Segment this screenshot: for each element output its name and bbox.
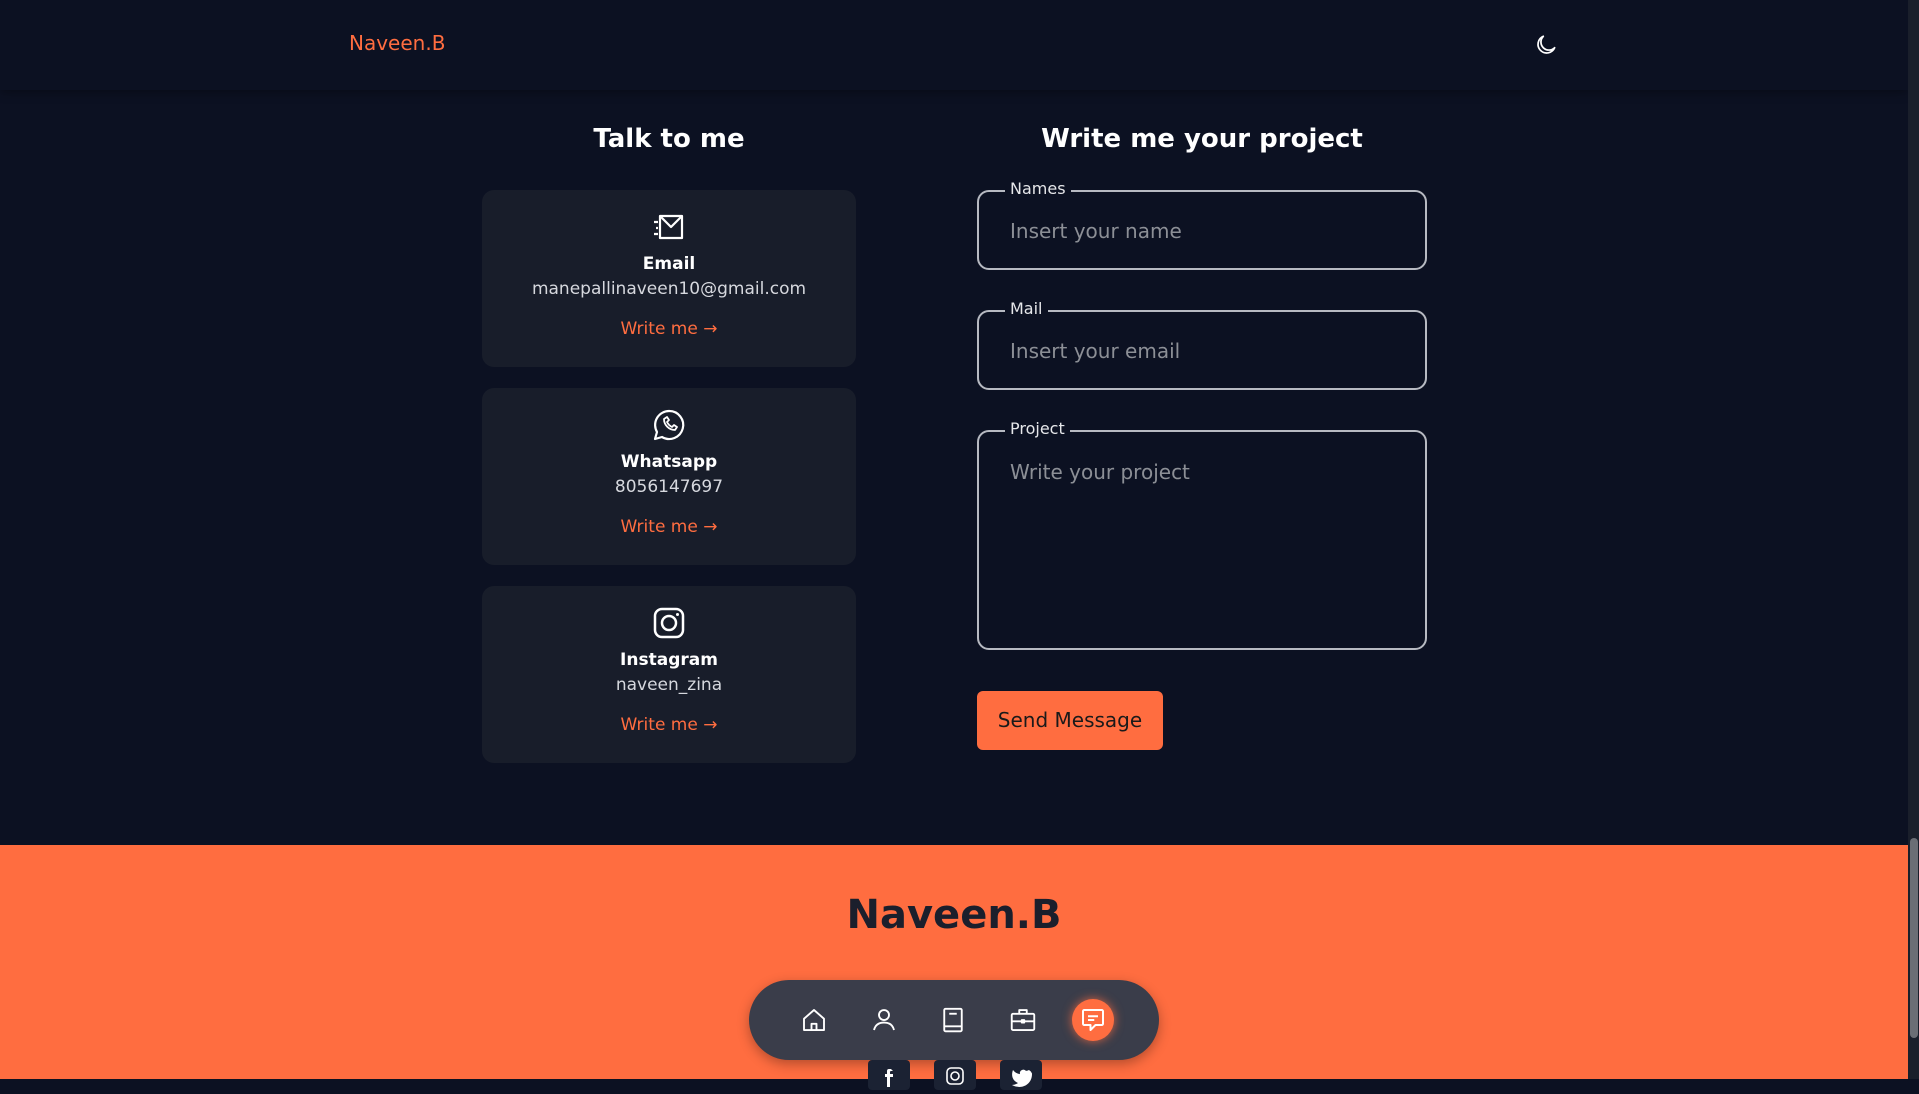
user-icon[interactable] <box>869 1005 899 1035</box>
footer-title: Naveen.B <box>846 892 1062 938</box>
contact-title: Talk to me <box>593 124 745 154</box>
contact-card-whatsapp: Whatsapp 8056147697 Write me → <box>482 388 856 565</box>
bottom-nav <box>749 980 1159 1060</box>
form-title: Write me your project <box>1041 124 1363 154</box>
whatsapp-icon <box>652 408 686 442</box>
email-icon <box>652 210 686 244</box>
book-icon[interactable] <box>938 1005 968 1035</box>
briefcase-icon[interactable] <box>1008 1005 1038 1035</box>
instagram-icon[interactable] <box>934 1060 976 1090</box>
scrollbar-thumb[interactable] <box>1910 838 1918 1038</box>
name-input[interactable] <box>1008 192 1392 270</box>
card-data: naveen_zina <box>615 675 723 695</box>
card-data: 8056147697 <box>614 477 724 497</box>
project-field: Project <box>977 419 1427 650</box>
card-title: Email <box>642 254 696 274</box>
project-textarea[interactable] <box>1008 458 1392 632</box>
write-me-link[interactable]: Write me → <box>482 517 856 537</box>
contact-card-instagram: Instagram naveen_zina Write me → <box>482 586 856 763</box>
send-message-button[interactable]: Send Message <box>977 691 1163 750</box>
logo[interactable]: Naveen.B <box>349 31 445 55</box>
write-me-link[interactable]: Write me → <box>482 319 856 339</box>
home-icon[interactable] <box>799 1005 829 1035</box>
message-icon[interactable] <box>1078 1005 1108 1035</box>
contact-card-email: Email manepallinaveen10@gmail.com Write … <box>482 190 856 367</box>
field-label: Project <box>1005 419 1070 438</box>
mail-field: Mail <box>977 299 1427 390</box>
card-data: manepallinaveen10@gmail.com <box>531 279 807 299</box>
facebook-icon[interactable] <box>868 1060 910 1090</box>
twitter-icon[interactable] <box>1000 1060 1042 1090</box>
moon-icon[interactable] <box>1533 32 1559 58</box>
email-input[interactable] <box>1008 312 1392 390</box>
write-me-link[interactable]: Write me → <box>482 715 856 735</box>
instagram-icon <box>652 606 686 640</box>
name-field: Names <box>977 179 1427 270</box>
card-title: Instagram <box>620 650 718 670</box>
header: Naveen.B <box>0 0 1908 90</box>
card-title: Whatsapp <box>620 452 718 472</box>
